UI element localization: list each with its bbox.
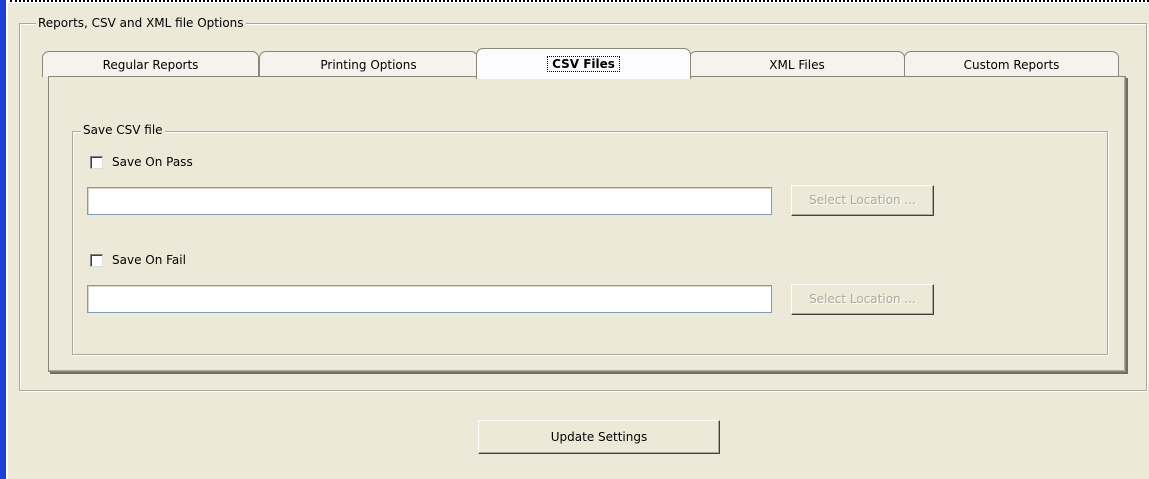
save-on-fail-path-input[interactable] <box>87 285 772 313</box>
tab-regular-reports[interactable]: Regular Reports <box>42 51 259 77</box>
tab-xml-files[interactable]: XML Files <box>689 51 905 77</box>
save-csv-group <box>72 131 1108 355</box>
tab-csv-files-label: CSV Files <box>547 56 620 72</box>
window-edge-accent <box>0 0 6 479</box>
save-on-pass-row[interactable]: Save On Pass <box>90 155 193 169</box>
save-on-pass-path-input[interactable] <box>87 187 772 215</box>
save-on-fail-row[interactable]: Save On Fail <box>90 253 186 267</box>
tab-csv-files[interactable]: CSV Files <box>476 48 691 79</box>
save-on-fail-checkbox[interactable] <box>90 253 103 267</box>
top-dotted-border <box>10 0 1149 2</box>
update-settings-button[interactable]: Update Settings <box>478 420 720 454</box>
tab-xml-files-label: XML Files <box>769 58 825 72</box>
select-location-pass-button[interactable]: Select Location ... <box>791 185 934 216</box>
options-window: Reports, CSV and XML file Options Regula… <box>7 3 1149 479</box>
tab-custom-reports-label: Custom Reports <box>963 58 1060 72</box>
tab-regular-reports-label: Regular Reports <box>102 58 199 72</box>
tab-printing-options[interactable]: Printing Options <box>259 51 478 77</box>
select-location-fail-button[interactable]: Select Location ... <box>791 284 934 315</box>
save-on-fail-label: Save On Fail <box>112 253 186 267</box>
save-on-pass-label: Save On Pass <box>112 155 193 169</box>
save-on-pass-checkbox[interactable] <box>90 155 103 169</box>
reports-options-group-title: Reports, CSV and XML file Options <box>36 16 246 30</box>
tab-printing-options-label: Printing Options <box>320 58 417 72</box>
tab-custom-reports[interactable]: Custom Reports <box>904 51 1119 77</box>
save-csv-group-title: Save CSV file <box>81 123 165 137</box>
